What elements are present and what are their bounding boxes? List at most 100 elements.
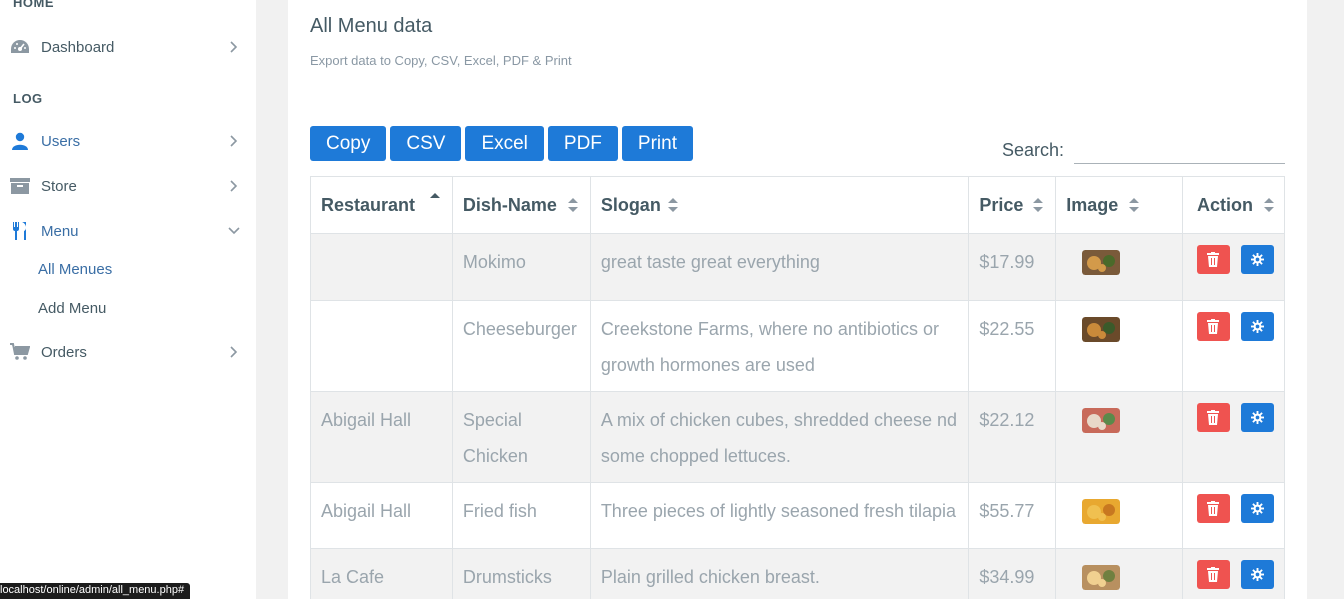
- cell-image: [1055, 300, 1183, 392]
- column-header-dish-name[interactable]: Dish-Name: [451, 176, 591, 234]
- column-header-restaurant[interactable]: Restaurant: [310, 176, 453, 234]
- gear-icon: [1250, 320, 1264, 333]
- sidebar-item-menu[interactable]: Menu: [0, 211, 256, 251]
- header-label: Dish-Name: [462, 194, 557, 215]
- search-input[interactable]: [1074, 137, 1285, 164]
- table-row: Mokimo great taste great everything $17.99: [310, 233, 1286, 301]
- sort-icon: [1033, 198, 1044, 212]
- excel-button[interactable]: Excel: [465, 126, 544, 161]
- trash-icon: [1207, 319, 1220, 334]
- trash-icon: [1207, 410, 1220, 425]
- chevron-right-icon: [226, 344, 242, 360]
- table-row: La Cafe Drumsticks Plain grilled chicken b…: [310, 548, 1286, 599]
- delete-button[interactable]: [1196, 494, 1230, 523]
- delete-button[interactable]: [1196, 245, 1230, 274]
- cell-action: [1181, 233, 1286, 301]
- column-header-price[interactable]: Price: [968, 176, 1057, 234]
- cell-price: $34.99: [968, 548, 1057, 599]
- table-row: Abigail Hall Special Chicken A mix of chic…: [310, 391, 1286, 483]
- dish-thumbnail: [1082, 317, 1121, 342]
- delete-button[interactable]: [1196, 403, 1230, 432]
- sidebar-item-label: Users: [41, 132, 81, 150]
- cell-price: $55.77: [968, 482, 1057, 549]
- sidebar-item-label: Menu: [41, 222, 79, 240]
- sidebar-subitem-add-menu[interactable]: Add Menu: [38, 300, 106, 317]
- sort-icon: [567, 198, 578, 212]
- cell-dish-name: Cheeseburger: [451, 300, 591, 392]
- cell-price: $22.55: [968, 300, 1057, 392]
- sort-asc-icon: [429, 193, 440, 198]
- table-row: Cheeseburger Creekstone Farms, where no a…: [310, 300, 1286, 392]
- sidebar-item-orders[interactable]: Orders: [0, 332, 256, 372]
- cutlery-icon: [10, 221, 30, 241]
- cell-action: [1181, 300, 1286, 392]
- settings-button[interactable]: [1240, 245, 1274, 274]
- chevron-down-icon: [226, 223, 242, 239]
- dish-thumbnail: [1082, 250, 1121, 275]
- sidebar: HOME Dashboard LOG Users Store Menu All …: [0, 0, 256, 599]
- cell-action: [1181, 548, 1286, 599]
- section-home-label: HOME: [13, 0, 54, 10]
- sidebar-item-store[interactable]: Store: [0, 166, 256, 206]
- gear-icon: [1250, 253, 1264, 266]
- user-icon: [10, 131, 30, 151]
- chevron-right-icon: [226, 178, 242, 194]
- export-button-group: Copy CSV Excel PDF Print: [310, 126, 697, 161]
- cell-price: $17.99: [968, 233, 1057, 301]
- cell-restaurant: [310, 300, 453, 392]
- gear-icon: [1250, 411, 1264, 424]
- cell-image: [1055, 548, 1183, 599]
- cell-slogan: Creekstone Farms, where no antibiotics o…: [589, 300, 970, 392]
- cell-dish-name: Drumsticks: [451, 548, 591, 599]
- cell-dish-name: Fried fish: [451, 482, 591, 549]
- csv-button[interactable]: CSV: [390, 126, 462, 161]
- section-log-label: LOG: [13, 91, 43, 106]
- cell-dish-name: Mokimo: [451, 233, 591, 301]
- sidebar-item-label: Dashboard: [41, 38, 115, 56]
- cell-restaurant: Abigail Hall: [310, 482, 453, 549]
- settings-button[interactable]: [1240, 494, 1274, 523]
- cell-slogan: Three pieces of lightly seasoned fresh t…: [589, 482, 970, 549]
- gear-icon: [1250, 502, 1264, 515]
- chevron-right-icon: [226, 39, 242, 55]
- sidebar-item-dashboard[interactable]: Dashboard: [0, 27, 256, 67]
- sidebar-item-users[interactable]: Users: [0, 121, 256, 161]
- trash-icon: [1207, 252, 1220, 267]
- sort-icon: [667, 198, 678, 212]
- column-header-action[interactable]: Action: [1181, 176, 1286, 234]
- cell-image: [1055, 233, 1183, 301]
- column-header-slogan[interactable]: Slogan: [589, 176, 970, 234]
- sidebar-subitem-all-menues[interactable]: All Menues: [38, 261, 112, 278]
- header-label: Action: [1196, 194, 1253, 215]
- dish-thumbnail: [1082, 499, 1121, 524]
- pdf-button[interactable]: PDF: [547, 126, 618, 161]
- settings-button[interactable]: [1240, 560, 1274, 589]
- settings-button[interactable]: [1240, 403, 1274, 432]
- header-label: Restaurant: [321, 194, 416, 215]
- copy-button[interactable]: Copy: [310, 126, 387, 161]
- sort-icon: [1129, 198, 1140, 212]
- delete-button[interactable]: [1196, 312, 1230, 341]
- page-subtitle: Export data to Copy, CSV, Excel, PDF & P…: [310, 53, 572, 68]
- table-header-row: Restaurant Dish-Name Slogan Price Image …: [310, 176, 1286, 234]
- trash-icon: [1207, 567, 1220, 582]
- menu-table: Restaurant Dish-Name Slogan Price Image …: [310, 176, 1286, 599]
- settings-button[interactable]: [1240, 312, 1274, 341]
- column-header-image[interactable]: Image: [1055, 176, 1183, 234]
- cell-price: $22.12: [968, 391, 1057, 483]
- search-label: Search:: [1002, 140, 1065, 160]
- sidebar-item-label: Store: [41, 177, 77, 195]
- header-label: Slogan: [600, 194, 661, 215]
- print-button[interactable]: Print: [621, 126, 693, 161]
- chevron-right-icon: [226, 133, 242, 149]
- header-label: Image: [1066, 194, 1119, 215]
- header-label: Price: [979, 194, 1024, 215]
- delete-button[interactable]: [1196, 560, 1230, 589]
- cell-action: [1181, 482, 1286, 549]
- cell-slogan: Plain grilled chicken breast.: [589, 548, 970, 599]
- gear-icon: [1250, 568, 1264, 581]
- cell-image: [1055, 482, 1183, 549]
- cart-icon: [10, 342, 30, 362]
- sidebar-item-label: Orders: [41, 343, 87, 361]
- dashboard-icon: [10, 37, 30, 57]
